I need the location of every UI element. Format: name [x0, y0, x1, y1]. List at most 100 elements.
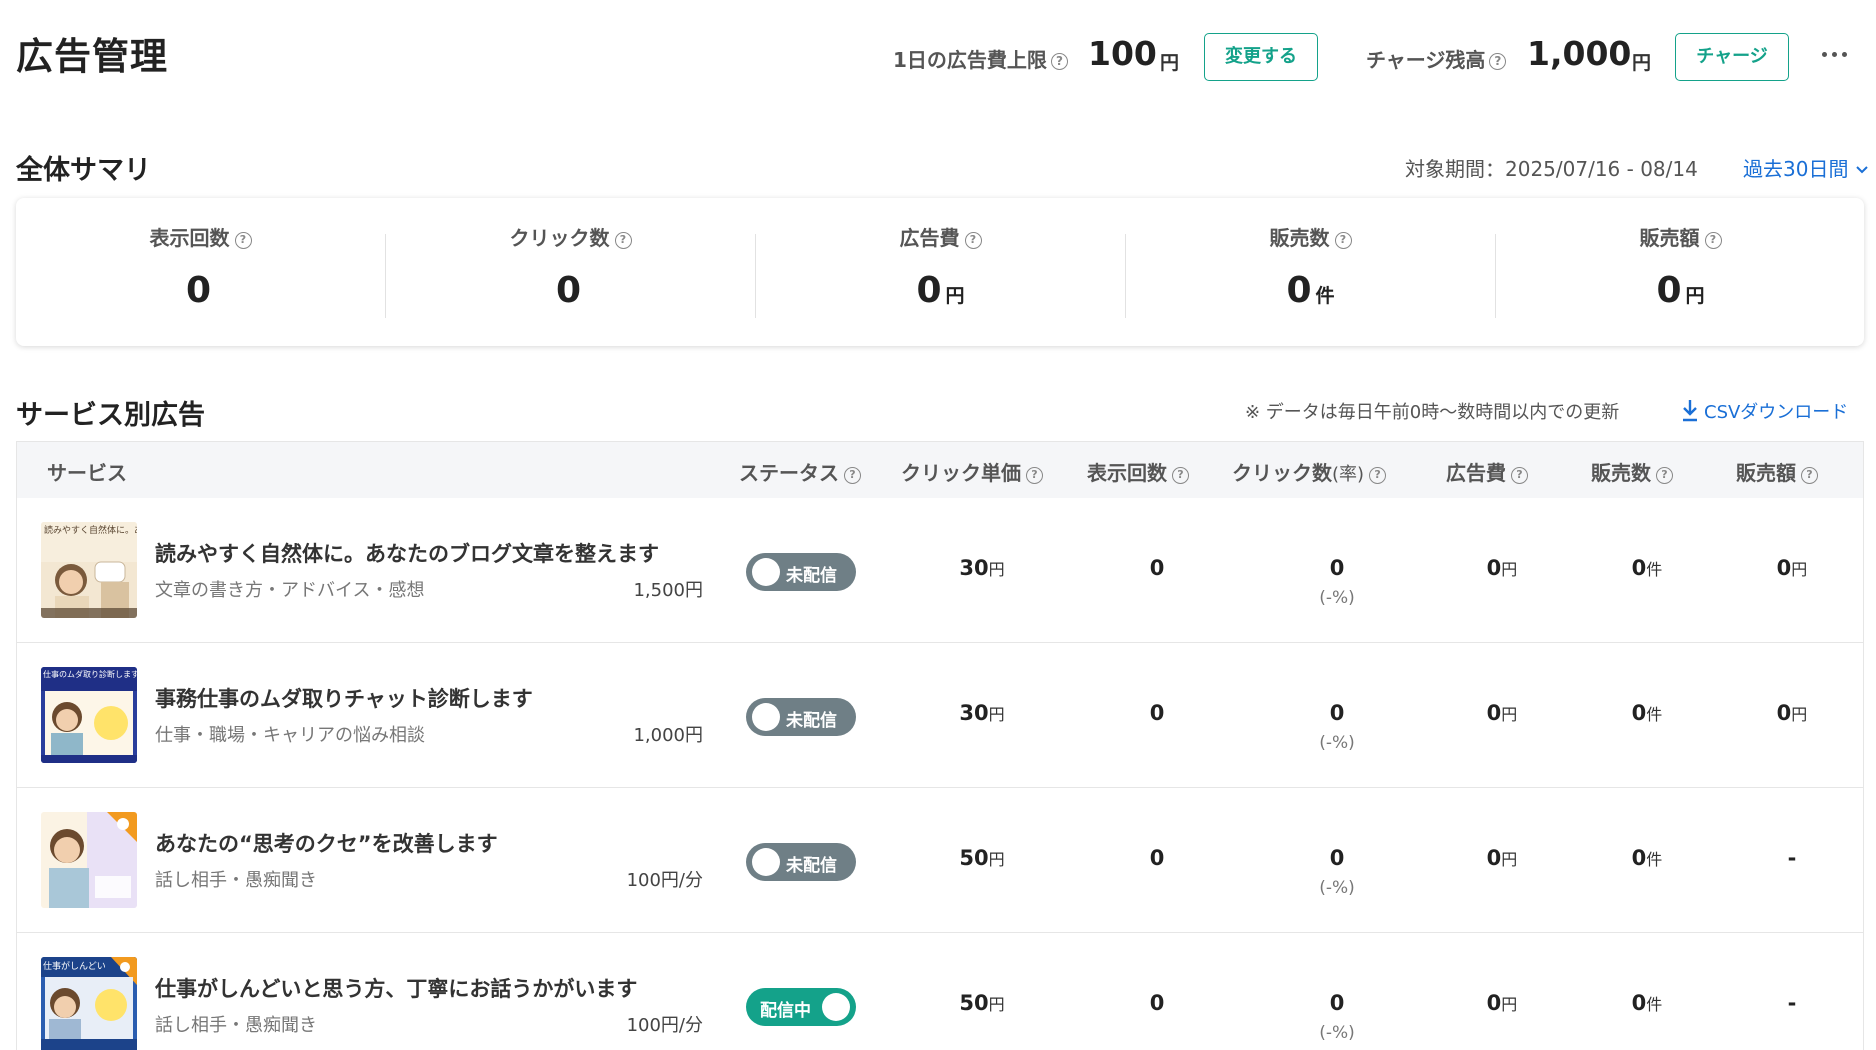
help-icon[interactable]: ?: [1489, 53, 1507, 70]
click-rate: (-%): [1319, 588, 1355, 608]
help-icon[interactable]: ?: [1334, 232, 1352, 249]
clicks-value: 0: [1329, 701, 1345, 725]
sales-count-value: 0件: [1631, 556, 1663, 580]
metric-label: 表示回数: [149, 226, 230, 250]
table-row[interactable]: 仕事のムダ取り診断します 事務仕事のムダ取りチャット診断します 仕事・職場・キャ…: [17, 643, 1863, 788]
service-thumbnail[interactable]: 仕事のムダ取り診断します: [41, 667, 137, 763]
col-service: サービス: [47, 461, 127, 485]
click-rate: (-%): [1319, 733, 1355, 753]
cpc-value: 50円: [959, 846, 1005, 870]
sales-count-value: 0件: [1631, 701, 1663, 725]
metric-ad-cost: 広告費? 0円: [756, 198, 1125, 346]
cpc-value: 30円: [959, 556, 1005, 580]
help-icon[interactable]: ?: [844, 467, 861, 484]
status-toggle[interactable]: 配信中: [746, 988, 856, 1026]
period-select[interactable]: 過去30日間: [1743, 153, 1869, 182]
help-icon[interactable]: ?: [1050, 53, 1068, 70]
metric-label: クリック数: [509, 226, 610, 250]
status-toggle[interactable]: 未配信: [746, 843, 856, 881]
service-category: 話し相手・愚痴聞き: [155, 1015, 317, 1036]
cost-value: 0円: [1486, 556, 1518, 580]
service-price: 100円/分: [626, 870, 703, 891]
clicks-value: 0: [1329, 991, 1345, 1015]
cpc-value: 50円: [959, 991, 1005, 1015]
service-title[interactable]: 仕事がしんどいと思う方、丁寧にお話うかがいます: [155, 973, 637, 1003]
page-header: 広告管理 1日の広告費上限? 100 円 変更する チャージ残高? 1,000 …: [0, 0, 1876, 110]
table-row[interactable]: あなたの“思考のクセ”を改善します 話し相手・愚痴聞き 100円/分 未配信 5…: [17, 788, 1863, 933]
balance-value: 1,000: [1527, 34, 1632, 73]
help-icon[interactable]: ?: [1704, 232, 1722, 249]
toggle-knob: [752, 848, 780, 876]
period-label: 対象期間：2025/07/16 - 08/14: [1405, 157, 1698, 181]
service-title[interactable]: 事務仕事のムダ取りチャット診断します: [155, 683, 533, 713]
metric-value: 0: [555, 270, 582, 311]
toggle-knob: [822, 993, 850, 1021]
metric-sales-count: 販売数? 0件: [1126, 198, 1495, 346]
status-toggle[interactable]: 未配信: [746, 553, 856, 591]
help-icon[interactable]: ?: [234, 232, 252, 249]
more-options-icon[interactable]: [1820, 42, 1850, 66]
service-price: 1,500円: [633, 580, 703, 601]
thumb-text: 読みやすく自然体に。あなたのブログ文章を整えます: [44, 524, 137, 536]
col-sales-amount: 販売額?: [1736, 457, 1818, 486]
metric-value: 0: [185, 270, 212, 311]
metric-unit: 円: [1685, 285, 1705, 307]
status-label: 未配信: [786, 856, 837, 876]
help-icon[interactable]: ?: [1801, 467, 1818, 484]
help-icon[interactable]: ?: [1172, 467, 1189, 484]
cpc-value: 30円: [959, 701, 1005, 725]
daily-limit-label: 1日の広告費上限?: [893, 44, 1068, 73]
toggle-knob: [752, 703, 780, 731]
sales-amount-value: -: [1787, 846, 1797, 870]
metric-label: 広告費: [899, 226, 960, 250]
balance-label: チャージ残高?: [1366, 44, 1507, 73]
col-status: ステータス?: [739, 457, 861, 486]
sales-count-value: 0件: [1631, 846, 1663, 870]
change-limit-button[interactable]: 変更する: [1204, 33, 1318, 81]
impressions-value: 0: [1149, 846, 1165, 870]
help-icon[interactable]: ?: [1656, 467, 1673, 484]
status-toggle[interactable]: 未配信: [746, 698, 856, 736]
sales-amount-value: 0円: [1776, 701, 1808, 725]
chevron-down-icon: [1856, 166, 1868, 174]
service-title[interactable]: 読みやすく自然体に。あなたのブログ文章を整えます: [155, 538, 659, 568]
clicks-value: 0: [1329, 556, 1345, 580]
table-row[interactable]: 読みやすく自然体に。あなたのブログ文章を整えます 読みやすく自然体に。あなたのブ…: [17, 498, 1863, 643]
cost-value: 0円: [1486, 991, 1518, 1015]
status-label: 未配信: [786, 711, 837, 731]
help-icon[interactable]: ?: [1026, 467, 1043, 484]
sales-count-value: 0件: [1631, 991, 1663, 1015]
service-price: 100円/分: [626, 1015, 703, 1036]
daily-limit-unit: 円: [1160, 52, 1180, 74]
metric-impressions: 表示回数? 0: [16, 198, 385, 346]
impressions-value: 0: [1149, 701, 1165, 725]
click-rate: (-%): [1319, 1023, 1355, 1043]
service-thumbnail[interactable]: 読みやすく自然体に。あなたのブログ文章を整えます: [41, 522, 137, 618]
charge-button[interactable]: チャージ: [1675, 33, 1789, 81]
table-row[interactable]: 仕事がしんどい 仕事がしんどいと思う方、丁寧にお話うかがいます 話し相手・愚痴聞…: [17, 933, 1863, 1050]
thumbnail-image: [41, 812, 137, 908]
col-sales-count: 販売数?: [1591, 457, 1673, 486]
col-clicks: クリック数(率)?: [1232, 457, 1387, 486]
service-category: 仕事・職場・キャリアの悩み相談: [155, 725, 425, 746]
help-icon[interactable]: ?: [964, 232, 982, 249]
clicks-value: 0: [1329, 846, 1345, 870]
metric-value: 0: [916, 270, 942, 311]
impressions-value: 0: [1149, 556, 1165, 580]
daily-limit-value: 100: [1088, 34, 1157, 73]
csv-download-link[interactable]: CSVダウンロード: [1680, 398, 1848, 424]
metric-clicks: クリック数? 0: [386, 198, 755, 346]
service-price: 1,000円: [633, 725, 703, 746]
service-thumbnail[interactable]: 仕事がしんどい: [41, 957, 137, 1050]
sales-amount-value: 0円: [1776, 556, 1808, 580]
cost-value: 0円: [1486, 701, 1518, 725]
service-thumbnail[interactable]: [41, 812, 137, 908]
page-title: 広告管理: [16, 35, 168, 78]
help-icon[interactable]: ?: [1511, 467, 1528, 484]
help-icon[interactable]: ?: [614, 232, 632, 249]
service-title[interactable]: あなたの“思考のクセ”を改善します: [155, 828, 498, 858]
col-cost: 広告費?: [1446, 457, 1528, 486]
col-impressions: 表示回数?: [1087, 457, 1189, 486]
download-icon: [1683, 400, 1697, 422]
help-icon[interactable]: ?: [1369, 467, 1387, 484]
